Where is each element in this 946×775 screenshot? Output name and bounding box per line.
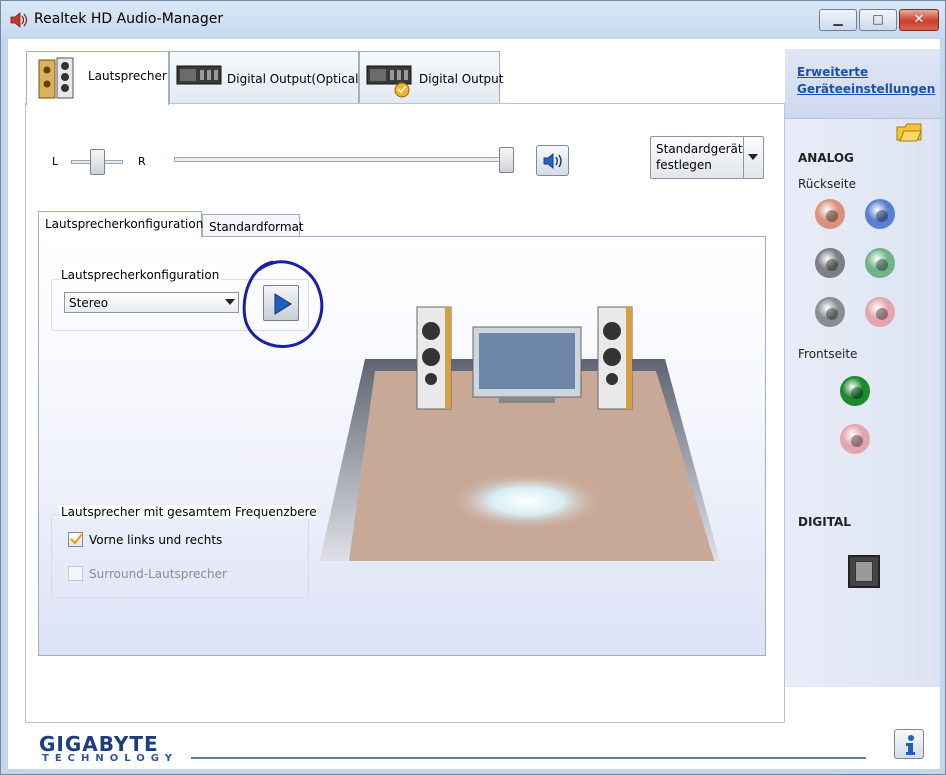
balance-slider-thumb[interactable]	[90, 149, 105, 175]
rear-label: Rückseite	[798, 177, 857, 191]
fullrange-group-title: Lautsprecher mit gesamtem Frequenzbereic…	[59, 505, 317, 519]
rear-jack-4[interactable]	[865, 248, 895, 278]
front-jack-2[interactable]	[840, 424, 870, 454]
fullrange-group	[51, 514, 309, 598]
left-speaker-icon	[416, 306, 452, 410]
minimize-button[interactable]: ▁	[819, 9, 857, 31]
gigabyte-logo-sub: TECHNOLOGY	[42, 753, 178, 764]
monitor-icon	[472, 326, 582, 403]
volume-icon	[543, 152, 562, 170]
digital-heading: DIGITAL	[798, 515, 851, 529]
info-icon	[906, 735, 915, 755]
rear-jack-3[interactable]	[815, 248, 845, 278]
speaker-icon	[38, 57, 74, 99]
tab-digital-output-label: Digital Output	[419, 72, 504, 86]
title-bar: Realtek HD Audio-Manager ▁ □ ✕	[1, 1, 945, 39]
speaker-config-group-title: Lautsprecherkonfiguration	[59, 268, 222, 282]
tab-digital-output-optical-label: Digital Output(Optical)	[227, 72, 364, 86]
tab-default-format-label: Standardformat	[209, 220, 304, 234]
tab-speakers-label: Lautsprecher	[88, 69, 167, 83]
rear-jack-2[interactable]	[865, 199, 895, 229]
speaker-config-selected: Stereo	[69, 296, 109, 310]
tab-digital-output-optical[interactable]: Digital Output(Optical)	[169, 51, 363, 103]
surround-fullrange-checkbox[interactable]	[68, 566, 83, 581]
digital-port-icon[interactable]	[848, 555, 880, 588]
surround-fullrange-label: Surround-Lautsprecher	[89, 567, 227, 581]
volume-slider-track[interactable]	[174, 157, 508, 162]
tab-speakers[interactable]: Lautsprecher	[26, 51, 169, 105]
folder-icon[interactable]	[896, 121, 922, 143]
speaker-app-icon	[10, 12, 28, 28]
jack-panel: Erweiterte Geräteeinstellungen ANALOG Rü…	[785, 49, 940, 687]
front-fullrange-checkbox[interactable]	[68, 532, 83, 547]
front-label: Frontseite	[798, 347, 858, 361]
set-default-device-dropdown[interactable]: Standardgerät festlegen	[650, 136, 764, 179]
balance-left-label: L	[52, 155, 59, 168]
balance-right-label: R	[138, 155, 146, 168]
client-area: Lautsprecher Digital Output(Optical) Dig…	[8, 39, 940, 775]
digital-output-icon	[366, 65, 412, 98]
window-title: Realtek HD Audio-Manager	[34, 11, 224, 27]
tab-digital-output[interactable]: Digital Output	[359, 51, 504, 103]
close-button[interactable]: ✕	[899, 9, 939, 31]
advanced-settings-link[interactable]: Erweiterte Geräteeinstellungen	[797, 64, 937, 98]
advanced-settings-area: Erweiterte Geräteeinstellungen	[785, 49, 940, 119]
tab-default-format[interactable]: Standardformat	[202, 214, 304, 238]
rear-jack-1[interactable]	[815, 199, 845, 229]
analog-heading: ANALOG	[798, 151, 854, 165]
close-icon: ✕	[913, 12, 925, 27]
mute-button[interactable]	[536, 145, 569, 176]
audio-manager-window: Realtek HD Audio-Manager ▁ □ ✕ Lautsprec…	[0, 0, 946, 775]
speaker-config-select[interactable]: Stereo	[64, 292, 239, 313]
front-jack-1[interactable]	[840, 376, 870, 406]
room-illustration	[319, 306, 720, 561]
minimize-icon: ▁	[833, 12, 843, 26]
maximize-button[interactable]: □	[859, 9, 897, 31]
volume-slider-thumb[interactable]	[499, 147, 514, 173]
rear-jack-5[interactable]	[815, 297, 845, 327]
dropdown-arrow-icon	[743, 137, 763, 178]
rear-jack-6[interactable]	[865, 297, 895, 327]
front-fullrange-label: Vorne links und rechts	[89, 533, 223, 547]
digital-optical-icon	[176, 65, 222, 85]
set-default-device-label: Standardgerät festlegen	[656, 142, 743, 172]
checkmark-icon	[70, 533, 83, 545]
tab-speaker-configuration[interactable]: Lautsprecherkonfiguration	[38, 211, 204, 237]
tab-speaker-configuration-label: Lautsprecherkonfiguration	[45, 217, 204, 231]
footer-divider	[191, 757, 866, 759]
chevron-down-icon	[225, 299, 235, 305]
maximize-icon: □	[872, 12, 884, 26]
info-button[interactable]	[894, 729, 924, 759]
sound-glow	[447, 471, 607, 531]
right-speaker-icon	[597, 306, 633, 410]
